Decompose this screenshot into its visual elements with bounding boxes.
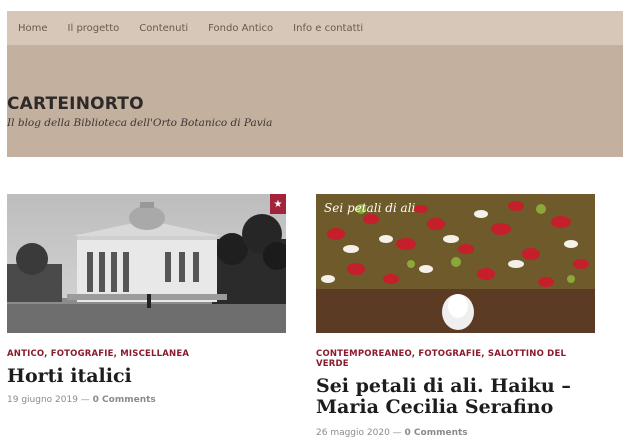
nav-il-progetto[interactable]: Il progetto: [68, 23, 120, 34]
post-card-horti-italici: ★ ANTICO, FOTOGRAFIE, MISCELLANEA Horti …: [7, 194, 287, 414]
post-card-sei-petali-di-ali: Sei petali di ali CONTEMPOREANEO, FOTOGR…: [316, 194, 601, 440]
nav-info-contatti[interactable]: Info e contatti: [293, 23, 363, 34]
nav-contenuti[interactable]: Contenuti: [139, 23, 188, 34]
post-categories[interactable]: CONTEMPOREANEO, FOTOGRAFIE, SALOTTINO DE…: [316, 349, 591, 369]
building-photo: [7, 194, 286, 333]
main-navigation: Home Il progetto Contenuti Fondo Antico …: [7, 11, 623, 45]
post-meta: 19 giugno 2019 — 0 Comments: [7, 395, 156, 405]
post-comments-link[interactable]: 0 Comments: [405, 428, 468, 438]
post-categories[interactable]: ANTICO, FOTOGRAFIE, MISCELLANEA: [7, 349, 287, 359]
nav-fondo-antico[interactable]: Fondo Antico: [208, 23, 273, 34]
meta-separator: —: [77, 395, 93, 405]
post-title[interactable]: Horti italici: [7, 366, 287, 387]
nav-home[interactable]: Home: [18, 23, 48, 34]
petals-photo: Sei petali di ali: [316, 194, 595, 333]
post-comments-link[interactable]: 0 Comments: [93, 395, 156, 405]
post-date[interactable]: 19 giugno 2019: [7, 395, 78, 405]
post-title[interactable]: Sei petali di ali. Haiku – Maria Cecilia…: [316, 376, 601, 418]
meta-separator: —: [389, 428, 405, 438]
post-thumbnail[interactable]: Sei petali di ali: [316, 194, 595, 333]
featured-star-icon: ★: [270, 194, 286, 214]
image-caption: Sei petali di ali: [324, 201, 416, 215]
site-title[interactable]: CARTEINORTO: [7, 94, 144, 114]
post-date[interactable]: 26 maggio 2020: [316, 428, 390, 438]
post-meta: 26 maggio 2020 — 0 Comments: [316, 428, 468, 438]
site-tagline: Il blog della Biblioteca dell'Orto Botan…: [7, 117, 273, 129]
post-thumbnail[interactable]: ★: [7, 194, 286, 333]
